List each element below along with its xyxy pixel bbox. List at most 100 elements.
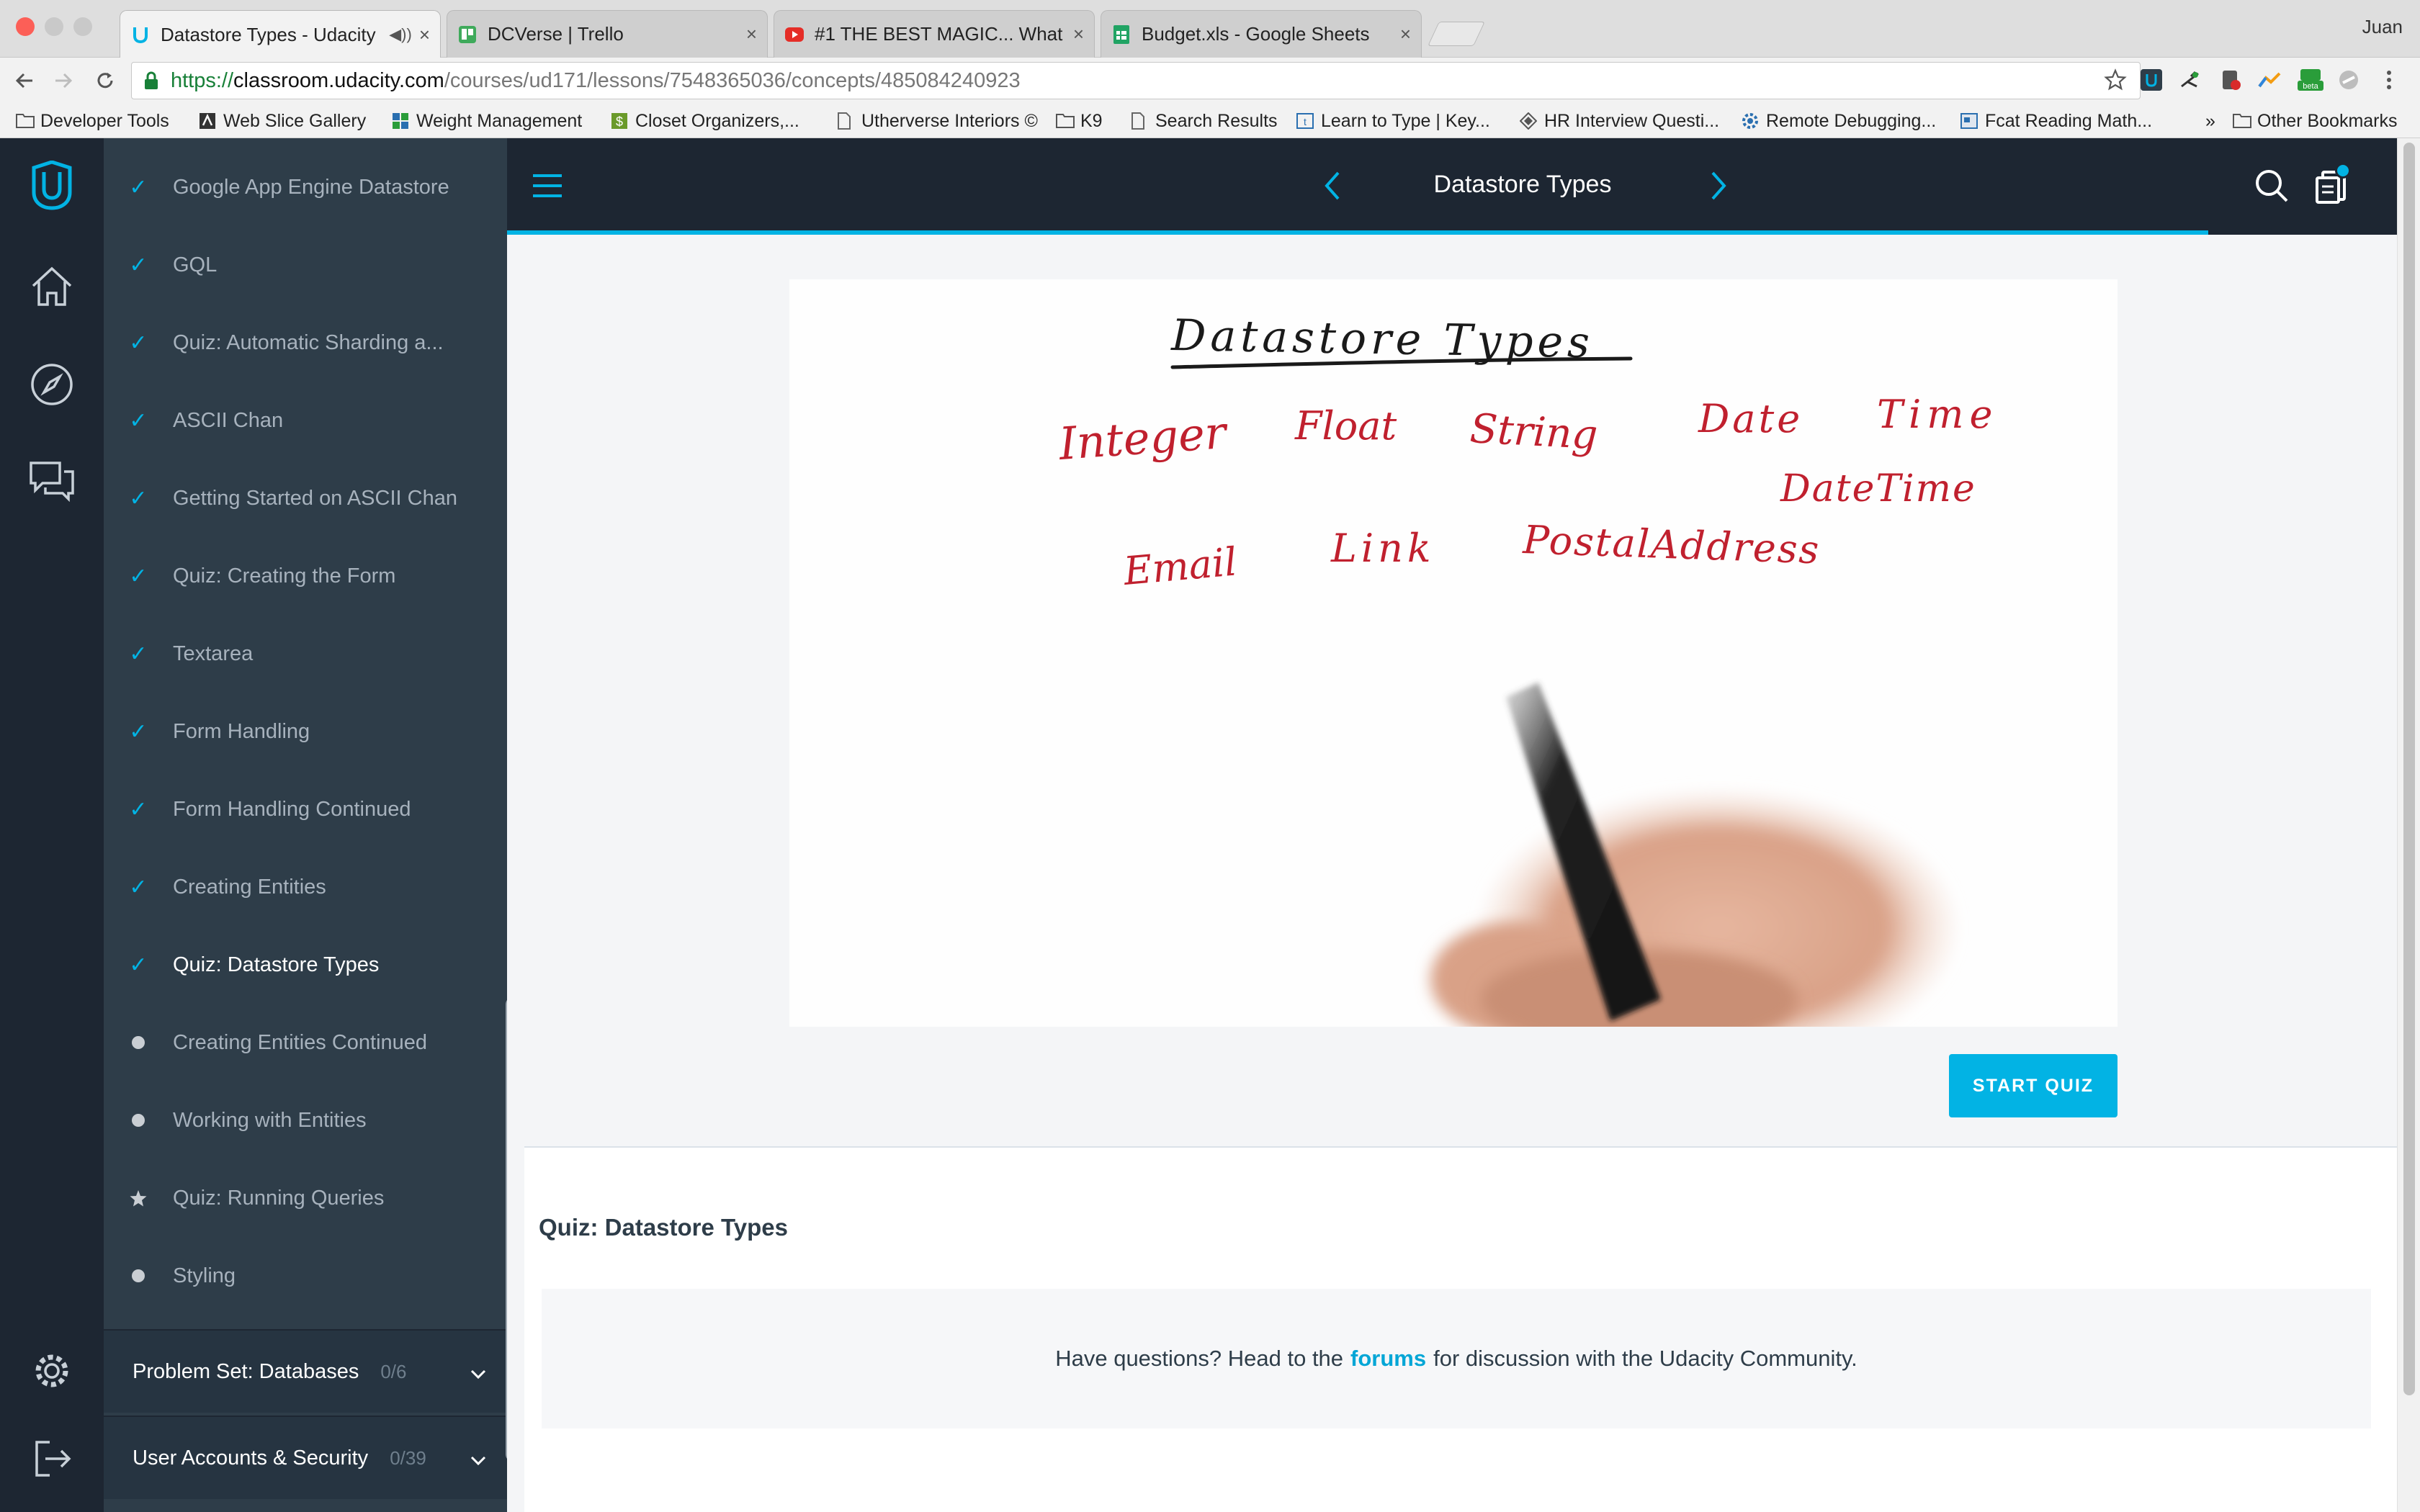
sidebar-item-creating-entities[interactable]: ✓ Creating Entities	[104, 848, 507, 926]
sidebar-item-gql[interactable]: ✓ GQL	[104, 226, 507, 304]
previous-concept-chevron-icon[interactable]	[1311, 164, 1354, 207]
new-tab-button[interactable]	[1428, 22, 1485, 46]
browser-tab-sheets[interactable]: Budget.xls - Google Sheets ×	[1101, 10, 1422, 58]
dollar-icon: $	[611, 112, 629, 130]
sidebar-item-form-handling-continued[interactable]: ✓ Form Handling Continued	[104, 770, 507, 848]
bookmark-other-bookmarks[interactable]: Other Bookmarks	[2233, 104, 2398, 138]
fork-extension-icon[interactable]	[2178, 68, 2202, 92]
globe-extension-icon[interactable]	[2336, 68, 2361, 92]
sidebar-item-label: Quiz: Creating the Form	[173, 564, 396, 588]
bookmark-fcat-reading[interactable]: Fcat Reading Math...	[1960, 104, 2152, 138]
sidebar-item-quiz-datastore-types[interactable]: ✓ Quiz: Datastore Types	[104, 926, 507, 1004]
logout-icon[interactable]	[26, 1433, 78, 1485]
page-icon	[837, 112, 856, 130]
bookmark-web-slice-gallery[interactable]: Web Slice Gallery	[199, 104, 366, 138]
forward-arrow-icon[interactable]	[48, 65, 79, 96]
lesson-video-player[interactable]: Datastore Types Integer Float String Dat…	[789, 279, 2118, 1027]
browser-tab-youtube[interactable]: #1 THE BEST MAGIC... What is ×	[774, 10, 1095, 58]
search-icon[interactable]	[2250, 164, 2293, 207]
tab-close-icon[interactable]: ×	[419, 24, 430, 46]
sidebar-item-quiz-automatic-sharding[interactable]: ✓ Quiz: Automatic Sharding a...	[104, 304, 507, 382]
doc-image-icon	[1960, 112, 1979, 130]
home-icon[interactable]	[26, 261, 78, 312]
forums-link[interactable]: forums	[1350, 1346, 1426, 1372]
window-minimize-button[interactable]	[45, 17, 63, 36]
chevron-down-icon	[470, 1362, 487, 1386]
sidebar-item-textarea[interactable]: ✓ Textarea	[104, 615, 507, 693]
tab-title: DCVerse | Trello	[488, 23, 624, 45]
bookmark-utherverse-interiors[interactable]: Utherverse Interiors ©	[837, 104, 1038, 138]
bookmark-search-results[interactable]: Search Results	[1131, 104, 1278, 138]
bookmark-k9[interactable]: K9	[1056, 104, 1103, 138]
profile-name[interactable]: Juan	[2362, 16, 2403, 38]
reload-icon[interactable]	[89, 65, 121, 96]
udacity-extension-icon[interactable]	[2139, 68, 2164, 92]
browser-tab-trello[interactable]: DCVerse | Trello ×	[447, 10, 768, 58]
page-scrollbar[interactable]	[2397, 138, 2420, 1512]
tab-close-icon[interactable]: ×	[1073, 23, 1084, 45]
analytics-extension-icon[interactable]	[2257, 68, 2282, 92]
chat-icon[interactable]	[26, 455, 78, 507]
sidebar-item-google-app-engine-datastore[interactable]: ✓ Google App Engine Datastore	[104, 148, 507, 226]
sidebar-item-ascii-chan[interactable]: ✓ ASCII Chan	[104, 382, 507, 459]
folder-icon	[16, 112, 35, 130]
hamburger-menu-icon[interactable]	[526, 164, 569, 207]
sidebar-item-quiz-running-queries[interactable]: Quiz: Running Queries	[104, 1159, 507, 1237]
tab-close-icon[interactable]: ×	[746, 23, 757, 45]
sidebar-item-quiz-creating-the-form[interactable]: ✓ Quiz: Creating the Form	[104, 537, 507, 615]
bookmark-closet-organizers[interactable]: $ Closet Organizers,...	[611, 104, 799, 138]
type-link: Link	[1330, 526, 1435, 571]
sidebar-section-user-accounts-security[interactable]: User Accounts & Security 0/39	[104, 1416, 507, 1499]
type-date: Date	[1698, 396, 1803, 441]
check-icon: ✓	[129, 486, 148, 510]
sidebar-item-form-handling[interactable]: ✓ Form Handling	[104, 693, 507, 770]
bookmark-label: Remote Debugging...	[1766, 110, 1937, 131]
bookmark-star-icon[interactable]	[2104, 68, 2127, 97]
check-icon: ✓	[129, 253, 148, 277]
tab-close-icon[interactable]: ×	[1400, 23, 1411, 45]
address-bar[interactable]: https://classroom.udacity.com/courses/ud…	[131, 62, 2141, 99]
ie-icon	[199, 112, 218, 130]
udacity-logo-icon[interactable]	[26, 160, 78, 212]
sidebar-item-working-with-entities[interactable]: Working with Entities	[104, 1081, 507, 1159]
browser-tab-bar: Datastore Types - Udacity ◀)) × DCVerse …	[0, 0, 2420, 58]
bookmark-learn-to-type[interactable]: t Learn to Type | Key...	[1296, 104, 1490, 138]
url-host: classroom.udacity.com	[233, 68, 444, 92]
bookmark-label: Weight Management	[416, 110, 583, 131]
forum-text-after: for discussion with the Udacity Communit…	[1433, 1346, 1857, 1371]
menu-kebab-icon[interactable]	[2377, 68, 2401, 92]
back-arrow-icon[interactable]	[9, 65, 40, 96]
compass-icon[interactable]	[26, 359, 78, 410]
sidebar-item-label: Textarea	[173, 642, 254, 665]
sidebar-item-creating-entities-continued[interactable]: Creating Entities Continued	[104, 1004, 507, 1081]
bookmark-weight-management[interactable]: Weight Management	[392, 104, 582, 138]
beta-extension-icon[interactable]: beta	[2296, 68, 2323, 92]
bookmark-remote-debugging[interactable]: Remote Debugging...	[1742, 104, 1936, 138]
start-quiz-button[interactable]: START QUIZ	[1949, 1054, 2118, 1117]
evernote-extension-icon[interactable]	[2218, 68, 2243, 92]
sidebar-item-styling[interactable]: Styling	[104, 1237, 507, 1315]
bookmark-developer-tools[interactable]: Developer Tools	[16, 104, 169, 138]
page-scrollbar-thumb[interactable]	[2403, 143, 2415, 1395]
bookmark-hr-interview[interactable]: HR Interview Questi...	[1519, 104, 1719, 138]
browser-tab-udacity[interactable]: Datastore Types - Udacity ◀)) ×	[120, 10, 441, 58]
check-icon: ✓	[129, 330, 148, 355]
page-icon	[1131, 112, 1150, 130]
bookmark-label: Learn to Type | Key...	[1321, 110, 1490, 131]
lesson-header: Datastore Types	[507, 138, 2397, 235]
grid-icon	[392, 112, 411, 130]
window-zoom-button[interactable]	[73, 17, 92, 36]
section-label: Problem Set: Databases	[133, 1359, 359, 1383]
check-icon: ✓	[129, 408, 148, 433]
type-string: String	[1469, 405, 1599, 459]
window-close-button[interactable]	[16, 17, 35, 36]
speaker-icon[interactable]: ◀))	[389, 25, 412, 44]
sidebar-section-problem-set-databases[interactable]: Problem Set: Databases 0/6	[104, 1329, 507, 1413]
dot-icon	[104, 1036, 173, 1049]
sidebar-item-getting-started-ascii-chan[interactable]: ✓ Getting Started on ASCII Chan	[104, 459, 507, 537]
settings-gear-icon[interactable]	[26, 1345, 78, 1397]
bookmarks-overflow[interactable]: »	[2205, 104, 2215, 138]
folder-icon	[2233, 112, 2251, 130]
next-concept-chevron-icon[interactable]	[1697, 164, 1740, 207]
sidebar-item-label: Styling	[173, 1264, 236, 1287]
